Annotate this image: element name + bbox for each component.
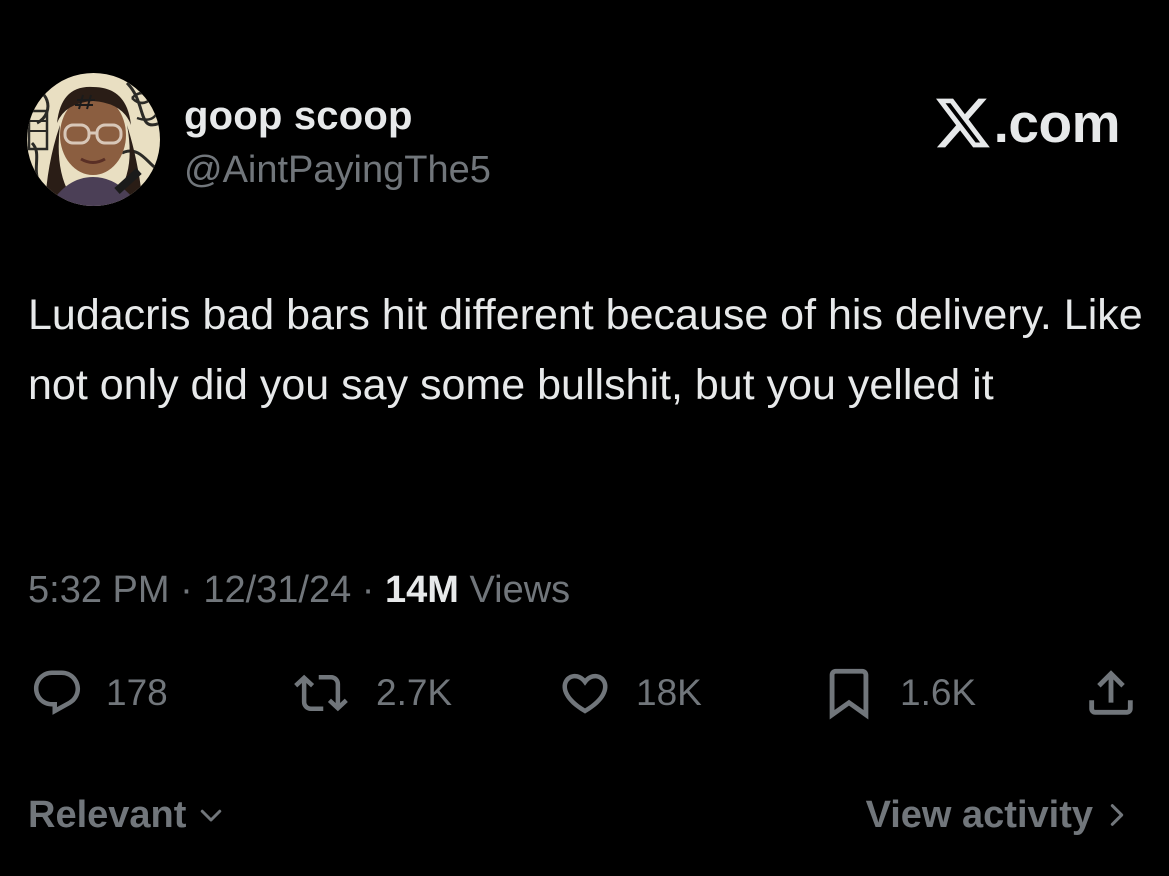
tweet-text: Ludacris bad bars hit different because … [28,291,1155,409]
reply-button[interactable]: 178 [28,664,168,722]
brand-text: .com [993,92,1121,154]
bookmark-icon [829,668,869,720]
author-handle[interactable]: @AintPayingThe5 [184,148,491,192]
x-logo-icon [935,98,990,148]
avatar[interactable] [27,73,160,206]
views-count: 14M [385,569,459,611]
reply-icon [33,670,81,715]
view-activity-label: View activity [865,793,1093,836]
author-display-name[interactable]: goop scoop [184,94,413,138]
repost-count: 2.7K [376,672,453,713]
avatar-image [27,73,160,206]
like-count: 18K [636,672,702,713]
sort-label: Relevant [28,793,187,836]
repost-button[interactable]: 2.7K [286,664,452,722]
heart-icon [562,673,608,714]
like-button[interactable]: 18K [554,664,702,722]
bookmark-count: 1.6K [900,672,977,713]
meta-separator: · [169,569,204,611]
share-button[interactable] [1082,664,1140,722]
share-icon [1089,670,1133,715]
bookmark-button[interactable]: 1.6K [818,664,976,722]
views-label: Views [458,569,571,611]
tweet-time[interactable]: 5:32 PM [28,569,170,611]
chevron-right-icon [1110,804,1124,826]
tweet-meta: 5:32 PM · 12/31/24 · 14M Views [28,566,570,614]
tweet-date[interactable]: 12/31/24 [203,569,351,611]
repost-icon [294,674,348,712]
brand-watermark: .com [935,92,1121,154]
sort-replies-dropdown[interactable]: Relevant [28,790,226,840]
chevron-down-icon [201,809,222,822]
view-activity-link[interactable]: View activity [866,790,1131,840]
reply-count: 178 [106,672,168,713]
meta-separator: · [351,569,386,611]
